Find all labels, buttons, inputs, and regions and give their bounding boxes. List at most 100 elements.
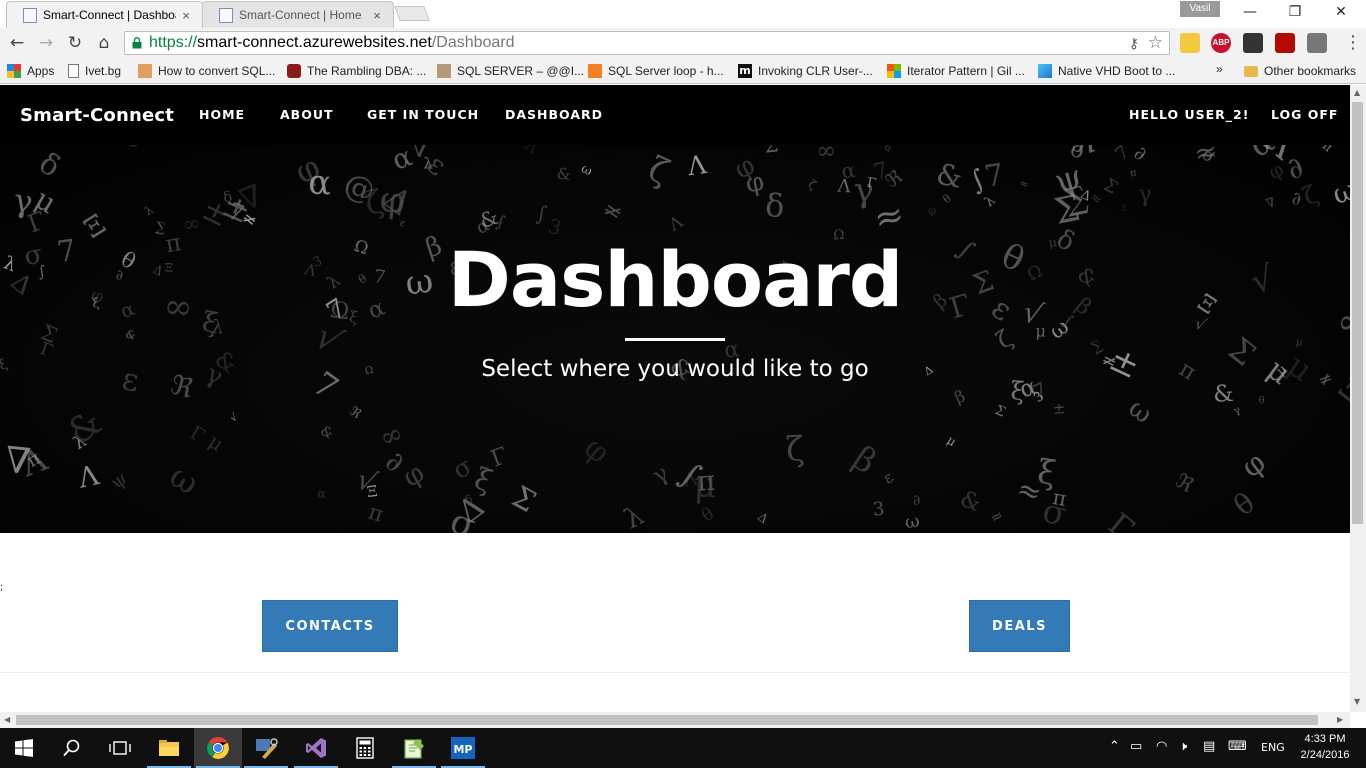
chrome-icon[interactable] (194, 728, 242, 768)
vertical-scrollbar[interactable]: ▲ ▼ (1350, 85, 1366, 712)
forward-button[interactable]: → (35, 32, 57, 54)
site-brand[interactable]: Smart-Connect (20, 105, 174, 126)
tab-home[interactable]: Smart-Connect | Home × (202, 1, 394, 28)
svg-text:∂: ∂ (911, 491, 922, 509)
keyboard-icon[interactable]: ⌨ (1228, 739, 1247, 754)
svg-text:Λ: Λ (521, 145, 542, 158)
show-hidden-icons-icon[interactable]: ⌃ (1109, 739, 1120, 754)
nav-about[interactable]: ABOUT (280, 107, 334, 122)
menu-icon[interactable]: ⋮ (1344, 33, 1362, 53)
volume-mute-icon[interactable]: 🕨 (1179, 739, 1187, 754)
horizontal-scrollbar[interactable]: ◀ ▶ (0, 712, 1350, 728)
svg-text:ω: ω (904, 511, 921, 533)
svg-text:β: β (846, 438, 884, 481)
bookmark-item[interactable]: Ivet.bg (68, 62, 121, 80)
visual-studio-icon[interactable] (292, 728, 340, 768)
home-button[interactable]: ⌂ (93, 32, 115, 54)
svg-text:θ: θ (1258, 394, 1265, 407)
svg-text:μ: μ (205, 430, 228, 456)
stray-text: ; (0, 582, 4, 593)
adblock-icon[interactable]: ABP (1211, 33, 1231, 53)
other-bookmarks-folder[interactable]: Other bookmarks (1244, 62, 1356, 80)
close-tab-icon[interactable]: × (176, 8, 196, 23)
clapper-icon[interactable] (1243, 33, 1263, 53)
battery-icon[interactable]: ▭ (1130, 739, 1142, 754)
system-clock[interactable]: 4:33 PM 2/24/2016 (1290, 731, 1360, 763)
svg-text:&: & (934, 156, 966, 194)
bookmark-item[interactable]: Native VHD Boot to ... (1038, 62, 1175, 80)
tab-dashboard[interactable]: Smart-Connect | Dashboar × (6, 1, 203, 28)
svg-text:ζ: ζ (806, 177, 819, 192)
mp-icon[interactable]: MP (439, 728, 487, 768)
svg-text:λ: λ (142, 203, 155, 219)
svg-text:ω: ω (1122, 393, 1157, 430)
bookmark-item[interactable]: m Invoking CLR User-... (738, 62, 873, 80)
bookmark-item[interactable]: SQL Server loop - h... (588, 62, 724, 80)
scrollbar-thumb[interactable] (16, 715, 1318, 725)
scrollbar-thumb[interactable] (1352, 102, 1363, 524)
bookmarks-overflow-button[interactable]: » (1216, 62, 1223, 76)
notepad-plus-icon[interactable] (390, 728, 438, 768)
action-center-icon[interactable]: ▤ (1203, 739, 1215, 754)
bookmark-item[interactable]: Iterator Pattern | Gil ... (887, 62, 1025, 80)
angular-icon[interactable] (1307, 33, 1327, 53)
url-path: /Dashboard (431, 34, 515, 51)
svg-text:φ: φ (1235, 445, 1272, 484)
tools-icon[interactable] (242, 728, 290, 768)
page-favicon-icon (23, 7, 37, 23)
minimize-button[interactable]: — (1227, 0, 1273, 24)
bookmark-item[interactable]: How to convert SQL... (138, 62, 275, 80)
bookmark-star-icon[interactable]: ☆ (1148, 32, 1163, 54)
svg-text:ℜ: ℜ (1171, 468, 1198, 497)
new-tab-button[interactable] (394, 6, 430, 21)
scroll-left-icon[interactable]: ◀ (4, 715, 10, 724)
svg-text:φ: φ (577, 429, 617, 471)
key-icon[interactable]: ⚷ (1129, 32, 1139, 54)
scroll-up-icon[interactable]: ▲ (1354, 88, 1360, 97)
pdf-icon[interactable] (1275, 33, 1295, 53)
title-divider (625, 338, 725, 341)
svg-text:Ξ: Ξ (366, 482, 379, 501)
svg-text:ω: ω (1328, 173, 1350, 211)
site-navbar: Smart-Connect HOME ABOUT GET IN TOUCH DA… (0, 85, 1350, 145)
file-explorer-icon[interactable] (145, 728, 193, 768)
contacts-button[interactable]: CONTACTS (262, 600, 398, 652)
nav-dashboard[interactable]: DASHBOARD (505, 107, 603, 122)
profile-badge[interactable]: Vasil (1180, 1, 1220, 17)
svg-text:≈: ≈ (870, 193, 909, 240)
back-button[interactable]: ← (6, 32, 28, 54)
start-icon[interactable] (0, 728, 48, 768)
bookmark-item[interactable]: SQL SERVER – @@I... (437, 62, 584, 80)
search-icon[interactable] (48, 728, 96, 768)
reload-button[interactable]: ↻ (64, 32, 86, 54)
svg-text:γ: γ (648, 460, 673, 489)
nav-home[interactable]: HOME (199, 107, 245, 122)
calculator-icon[interactable] (341, 728, 389, 768)
scroll-down-icon[interactable]: ▼ (1354, 697, 1360, 706)
close-tab-icon[interactable]: × (367, 8, 387, 23)
svg-text:∂: ∂ (1292, 190, 1301, 210)
deals-button[interactable]: DEALS (969, 600, 1070, 652)
scroll-right-icon[interactable]: ▶ (1337, 715, 1343, 724)
restore-button[interactable]: ❐ (1272, 0, 1318, 24)
user-greeting[interactable]: HELLO USER_2! (1129, 107, 1249, 122)
windows-taskbar: MP ⌃ ▭ ◠ 🕨 ▤ ⌨ ENG 4:33 PM 2/24/2016 (0, 728, 1366, 768)
svg-text:ζ: ζ (785, 429, 805, 469)
svg-text:&: & (956, 486, 984, 518)
bookmark-item[interactable]: The Rambling DBA: ... (287, 62, 426, 80)
extension-puzzle-icon[interactable] (1180, 33, 1200, 53)
svg-text:Γ: Γ (1101, 506, 1140, 533)
language-indicator[interactable]: ENG (1261, 741, 1285, 754)
svg-text:Δ: Δ (755, 509, 771, 526)
svg-text:ω: ω (579, 160, 595, 178)
bookmark-item-apps[interactable]: Apps (7, 62, 54, 80)
close-window-button[interactable]: ✕ (1318, 0, 1364, 24)
log-off-link[interactable]: LOG OFF (1271, 107, 1338, 122)
address-bar[interactable]: https://smart-connect.azurewebsites.net/… (124, 31, 1170, 55)
clock-date: 2/24/2016 (1300, 749, 1350, 761)
lock-icon (132, 37, 142, 49)
svg-text:ε: ε (1121, 200, 1128, 213)
nav-get-in-touch[interactable]: GET IN TOUCH (367, 107, 479, 122)
wifi-icon[interactable]: ◠ (1156, 739, 1167, 754)
task-view-icon[interactable] (96, 728, 144, 768)
